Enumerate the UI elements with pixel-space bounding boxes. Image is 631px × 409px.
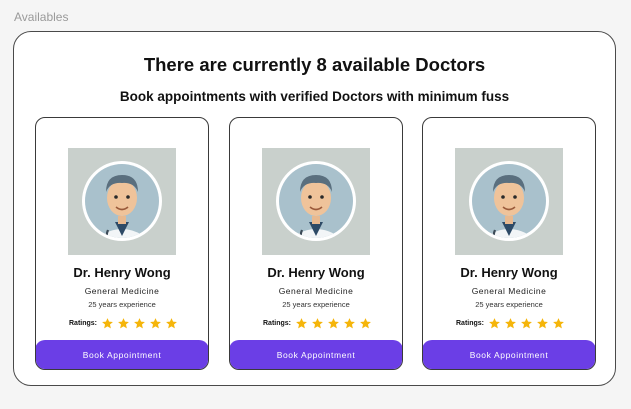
doctor-experience: 25 years experience: [88, 300, 156, 309]
star-icon: [360, 318, 371, 329]
doctor-rating: Ratings:: [456, 317, 565, 330]
star-icon: [102, 318, 113, 329]
doctor-experience: 25 years experience: [282, 300, 350, 309]
doctor-avatar-image: [262, 148, 370, 255]
doctor-avatar-image: [455, 148, 563, 255]
frame-label: Availables: [14, 10, 69, 24]
star-icon: [150, 318, 161, 329]
doctor-specialty: General Medicine: [278, 286, 354, 296]
book-appointment-button[interactable]: Book Appointment: [230, 340, 402, 369]
ratings-label: Ratings:: [263, 320, 291, 327]
star-icon: [521, 318, 532, 329]
ratings-label: Ratings:: [69, 320, 97, 327]
doctor-name: Dr. Henry Wong: [460, 265, 558, 280]
doctor-name: Dr. Henry Wong: [267, 265, 365, 280]
doctor-specialty: General Medicine: [84, 286, 160, 296]
star-icon: [296, 318, 307, 329]
star-icon: [166, 318, 177, 329]
book-appointment-button[interactable]: Book Appointment: [36, 340, 208, 369]
star-icon: [537, 318, 548, 329]
star-icon: [505, 318, 516, 329]
star-icon: [328, 318, 339, 329]
doctor-rating: Ratings:: [263, 317, 372, 330]
star-icon: [489, 318, 500, 329]
doctor-card: Dr. Henry Wong General Medicine 25 years…: [229, 117, 403, 370]
star-icon: [553, 318, 564, 329]
doctor-specialty: General Medicine: [471, 286, 547, 296]
booking-subheadline: Book appointments with verified Doctors …: [119, 89, 510, 104]
doctors-panel: There are currently 8 available Doctors …: [13, 31, 616, 386]
available-doctors-headline: There are currently 8 available Doctors: [143, 54, 486, 75]
doctor-name: Dr. Henry Wong: [73, 265, 171, 280]
doctor-rating: Ratings:: [69, 317, 178, 330]
doctor-card: Dr. Henry Wong General Medicine 25 years…: [422, 117, 596, 370]
doctor-experience: 25 years experience: [475, 300, 543, 309]
ratings-label: Ratings:: [456, 320, 484, 327]
book-appointment-button[interactable]: Book Appointment: [423, 340, 595, 369]
star-icon: [118, 318, 129, 329]
star-icon: [344, 318, 355, 329]
star-icon: [312, 318, 323, 329]
star-icon: [134, 318, 145, 329]
doctor-card: Dr. Henry Wong General Medicine 25 years…: [35, 117, 209, 370]
doctor-avatar-image: [68, 148, 176, 255]
